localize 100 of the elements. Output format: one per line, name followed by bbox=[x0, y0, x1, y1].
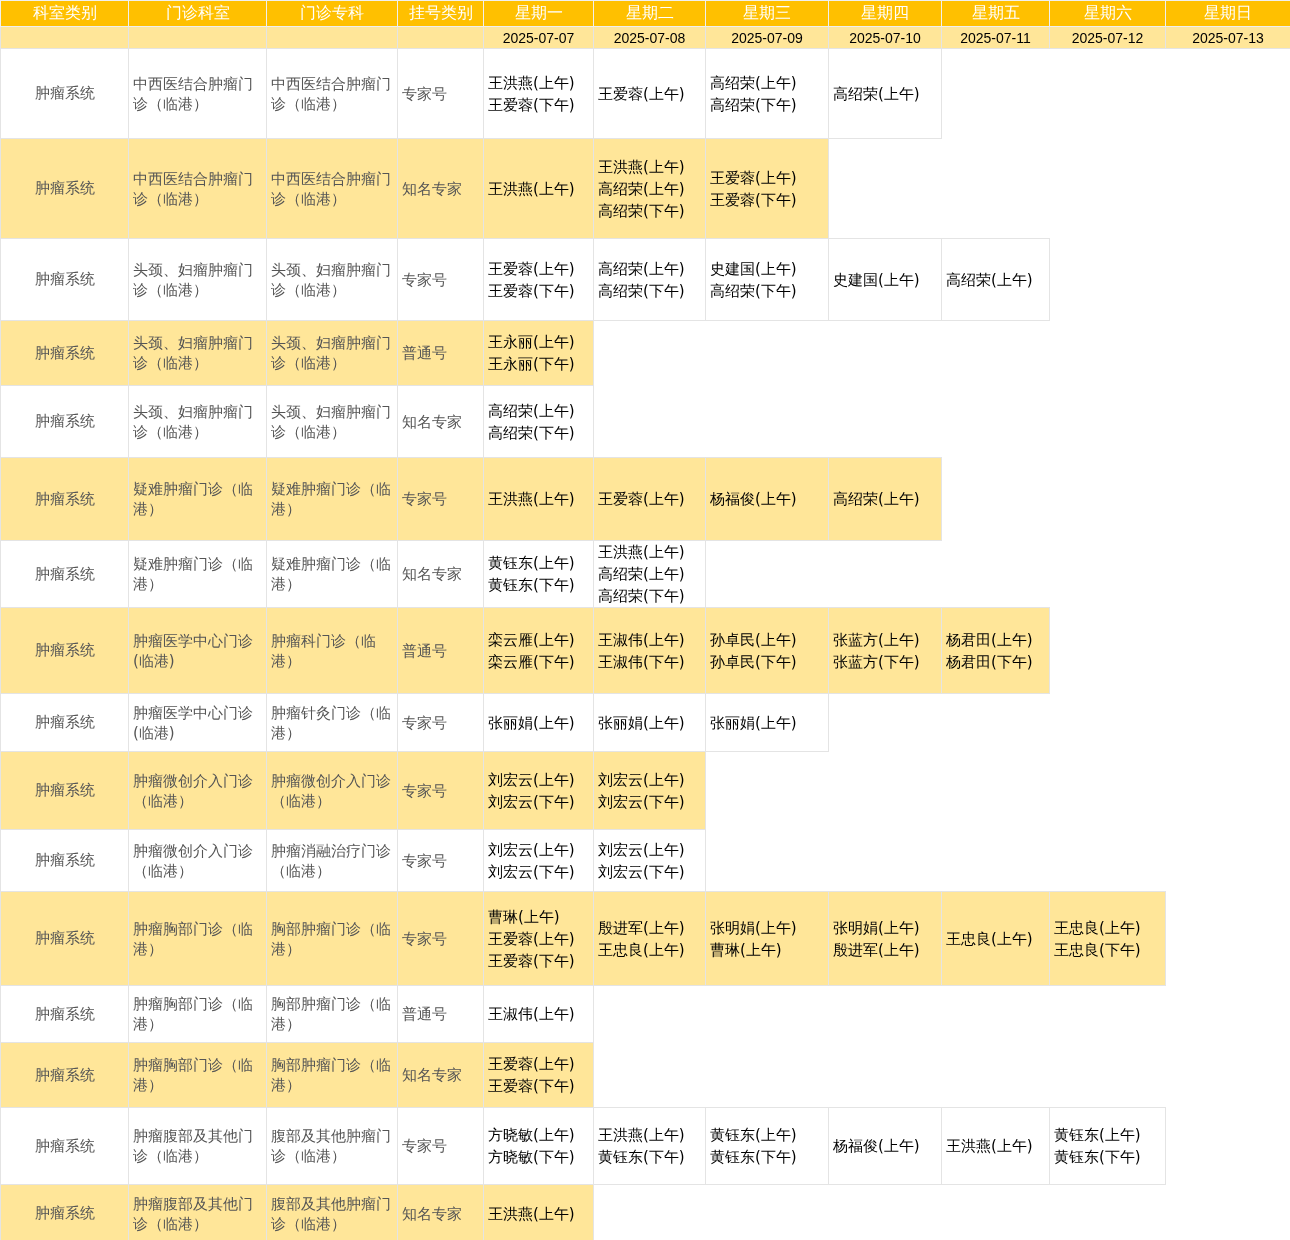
clinic-cell: 肿瘤微创介入门诊（临港） bbox=[128, 829, 267, 892]
doctor-entry: 张蓝方(下午) bbox=[833, 651, 920, 673]
doctor-entry: 王爱蓉(上午) bbox=[598, 489, 685, 510]
registration-cell: 专家号 bbox=[397, 693, 484, 752]
category-cell: 肿瘤系统 bbox=[0, 891, 129, 986]
doctor-entry: 高绍荣(下午) bbox=[598, 586, 685, 607]
clinic-cell: 疑难肿瘤门诊（临港） bbox=[128, 540, 267, 608]
column-header: 门诊专科 bbox=[266, 0, 398, 27]
doctor-entry: 方晓敏(下午) bbox=[488, 1147, 575, 1168]
category-cell: 肿瘤系统 bbox=[0, 238, 129, 321]
specialty-cell: 头颈、妇瘤肿瘤门诊（临港） bbox=[266, 238, 398, 321]
doctor-entry: 王忠良(上午) bbox=[1054, 917, 1141, 939]
doctor-entry: 王爱蓉(上午) bbox=[488, 1054, 575, 1075]
doctor-entry: 王洪燕(上午) bbox=[488, 178, 575, 200]
registration-cell: 知名专家 bbox=[397, 1042, 484, 1108]
doctor-entry: 刘宏云(下午) bbox=[598, 861, 685, 883]
specialty-cell: 中西医结合肿瘤门诊（临港） bbox=[266, 48, 398, 139]
clinic-cell: 肿瘤胸部门诊（临港） bbox=[128, 891, 267, 986]
column-header: 科室类别 bbox=[0, 0, 129, 27]
doctor-entry: 高绍荣(下午) bbox=[598, 200, 685, 222]
clinic-cell: 肿瘤胸部门诊（临港） bbox=[128, 985, 267, 1043]
doctor-entry: 高绍荣(下午) bbox=[488, 422, 575, 444]
clinic-cell: 肿瘤医学中心门诊(临港) bbox=[128, 693, 267, 752]
doctor-entry: 王洪燕(上午) bbox=[598, 1125, 685, 1146]
doctor-entry: 王洪燕(上午) bbox=[488, 489, 575, 510]
category-cell: 肿瘤系统 bbox=[0, 693, 129, 752]
doctor-entry: 高绍荣(上午) bbox=[598, 258, 685, 280]
clinic-cell: 肿瘤医学中心门诊(临港) bbox=[128, 607, 267, 694]
specialty-cell: 肿瘤针灸门诊（临港） bbox=[266, 693, 398, 752]
doctor-entry: 王爱蓉(下午) bbox=[488, 94, 575, 116]
registration-cell: 专家号 bbox=[397, 48, 484, 139]
doctor-entry: 高绍荣(上午) bbox=[946, 269, 1033, 291]
category-cell: 肿瘤系统 bbox=[0, 540, 129, 608]
doctor-entry: 刘宏云(上午) bbox=[598, 769, 685, 791]
doctor-entry: 刘宏云(上午) bbox=[488, 769, 575, 791]
category-cell: 肿瘤系统 bbox=[0, 1107, 129, 1185]
doctor-entry: 王爱蓉(下午) bbox=[710, 189, 797, 211]
column-header: 星期三 bbox=[705, 0, 829, 27]
doctor-entry: 刘宏云(上午) bbox=[598, 839, 685, 861]
doctor-entry: 曹琳(上午) bbox=[710, 939, 782, 961]
category-cell: 肿瘤系统 bbox=[0, 385, 129, 458]
clinic-cell: 疑难肿瘤门诊（临港） bbox=[128, 457, 267, 541]
doctor-entry: 王洪燕(上午) bbox=[598, 156, 685, 178]
category-cell: 肿瘤系统 bbox=[0, 1042, 129, 1108]
column-header: 门诊科室 bbox=[128, 0, 267, 27]
doctor-entry: 王淑伟(上午) bbox=[598, 629, 685, 651]
registration-cell: 知名专家 bbox=[397, 138, 484, 239]
category-cell: 肿瘤系统 bbox=[0, 138, 129, 239]
doctor-entry: 张蓝方(上午) bbox=[833, 629, 920, 651]
registration-cell: 知名专家 bbox=[397, 540, 484, 608]
doctor-entry: 王爱蓉(下午) bbox=[488, 950, 575, 972]
registration-cell: 知名专家 bbox=[397, 385, 484, 458]
column-header: 挂号类别 bbox=[397, 0, 484, 27]
doctor-entry: 黄钰东(上午) bbox=[1054, 1125, 1141, 1146]
category-cell: 肿瘤系统 bbox=[0, 829, 129, 892]
doctor-entry: 史建国(上午) bbox=[833, 269, 920, 291]
registration-cell: 普通号 bbox=[397, 985, 484, 1043]
doctor-entry: 王忠良(下午) bbox=[1054, 939, 1141, 961]
doctor-entry: 王淑伟(上午) bbox=[488, 1004, 575, 1025]
doctor-entry: 张丽娟(上午) bbox=[598, 712, 685, 734]
doctor-entry: 刘宏云(下午) bbox=[488, 861, 575, 883]
doctor-entry: 黄钰东(下午) bbox=[1054, 1147, 1141, 1168]
doctor-entry: 王爱蓉(下午) bbox=[488, 1076, 575, 1097]
doctor-entry: 王洪燕(上午) bbox=[488, 1203, 575, 1225]
doctor-entry: 杨福俊(上午) bbox=[710, 489, 797, 510]
doctor-entry: 黄钰东(下午) bbox=[488, 575, 575, 596]
specialty-cell: 肿瘤消融治疗门诊（临港） bbox=[266, 829, 398, 892]
doctor-entry: 曹琳(上午) bbox=[488, 906, 560, 928]
doctor-entry: 王爱蓉(上午) bbox=[710, 167, 797, 189]
registration-cell: 专家号 bbox=[397, 238, 484, 321]
doctor-entry: 高绍荣(下午) bbox=[710, 94, 797, 116]
doctor-entry: 杨君田(下午) bbox=[946, 651, 1033, 673]
specialty-cell: 疑难肿瘤门诊（临港） bbox=[266, 540, 398, 608]
doctor-entry: 王洪燕(上午) bbox=[488, 72, 575, 94]
category-cell: 肿瘤系统 bbox=[0, 985, 129, 1043]
specialty-cell: 肿瘤科门诊（临港） bbox=[266, 607, 398, 694]
doctor-entry: 王爱蓉(上午) bbox=[598, 83, 685, 105]
clinic-cell: 肿瘤胸部门诊（临港） bbox=[128, 1042, 267, 1108]
specialty-cell: 头颈、妇瘤肿瘤门诊（临港） bbox=[266, 385, 398, 458]
doctor-entry: 张丽娟(上午) bbox=[488, 712, 575, 734]
column-header: 星期一 bbox=[483, 0, 594, 27]
category-cell: 肿瘤系统 bbox=[0, 457, 129, 541]
doctor-entry: 高绍荣(下午) bbox=[598, 280, 685, 302]
doctor-entry: 高绍荣(下午) bbox=[710, 280, 797, 302]
doctor-entry: 王爱蓉(下午) bbox=[488, 280, 575, 302]
category-cell: 肿瘤系统 bbox=[0, 751, 129, 830]
doctor-entry: 杨君田(上午) bbox=[946, 629, 1033, 651]
specialty-cell: 疑难肿瘤门诊（临港） bbox=[266, 457, 398, 541]
doctor-entry: 王忠良(上午) bbox=[598, 939, 685, 961]
specialty-cell: 腹部及其他肿瘤门诊（临港） bbox=[266, 1107, 398, 1185]
registration-cell: 普通号 bbox=[397, 607, 484, 694]
clinic-cell: 头颈、妇瘤肿瘤门诊（临港） bbox=[128, 238, 267, 321]
registration-cell: 专家号 bbox=[397, 829, 484, 892]
category-cell: 肿瘤系统 bbox=[0, 320, 129, 386]
doctor-entry: 栾云雁(上午) bbox=[488, 629, 575, 651]
clinic-cell: 头颈、妇瘤肿瘤门诊（临港） bbox=[128, 385, 267, 458]
doctor-entry: 刘宏云(下午) bbox=[598, 791, 685, 813]
registration-cell: 专家号 bbox=[397, 457, 484, 541]
registration-cell: 专家号 bbox=[397, 891, 484, 986]
specialty-cell: 胸部肿瘤门诊（临港） bbox=[266, 891, 398, 986]
